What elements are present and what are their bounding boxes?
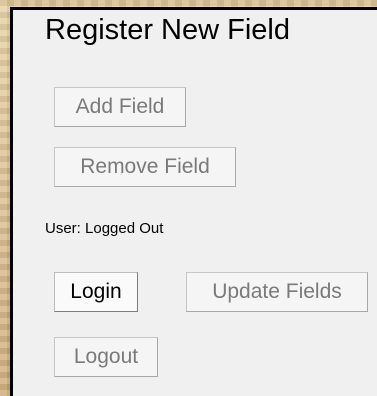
add-field-button[interactable]: Add Field [54,87,186,127]
remove-field-button[interactable]: Remove Field [54,147,236,187]
update-fields-button[interactable]: Update Fields [186,272,368,312]
page-title: Register New Field [45,14,290,46]
login-button[interactable]: Login [54,272,138,312]
login-status-text: User: Logged Out [45,220,164,237]
logout-button[interactable]: Logout [54,337,158,377]
